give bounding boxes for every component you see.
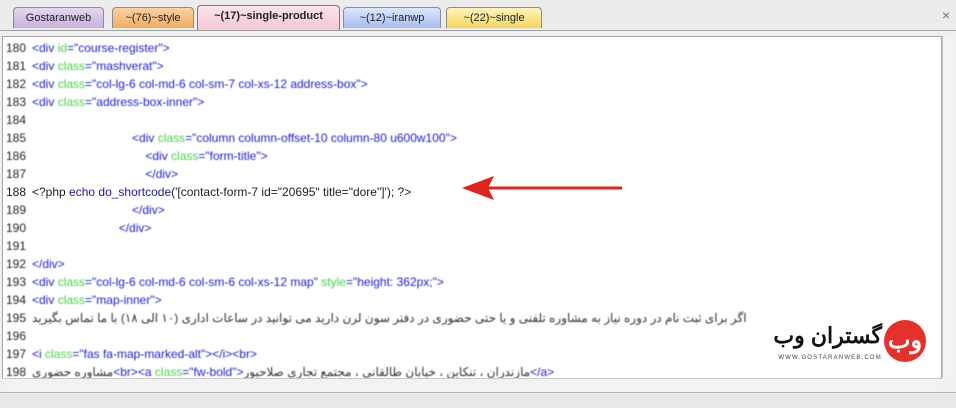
logo-website: WWW.GOSTARANWEB.COM — [778, 355, 882, 361]
code-line[interactable]: 182 <div class="col-lg-6 col-md-6 col-sm-… — [6, 75, 368, 93]
code-token: مشاوره حضوری — [32, 365, 114, 379]
line-number: 193 — [6, 275, 27, 289]
code-token: class — [157, 131, 186, 145]
code-token: <br><a — [113, 365, 155, 379]
code-line[interactable]: 193 <div class="col-lg-6 col-md-6 col-sm-… — [6, 273, 444, 291]
code-token: <div — [32, 77, 58, 91]
code-line[interactable]: 184 — [6, 111, 32, 129]
code-line[interactable]: 189 </div> — [6, 201, 165, 219]
line-number: 188 — [6, 185, 27, 199]
code-token: class — [57, 95, 86, 109]
code-token: ="col-lg-6 col-md-6 col-sm-7 col-xs-12 a… — [85, 77, 368, 91]
code-token: class — [45, 347, 73, 361]
code-token: <div — [32, 275, 58, 289]
logo-name: گستران وب — [773, 323, 882, 348]
status-bar — [0, 392, 956, 408]
code-line[interactable]: 183 <div class="address-box-inner"> — [6, 93, 204, 111]
code-token: </div> — [132, 203, 165, 217]
logo-mark-icon: وب — [884, 320, 926, 362]
tab-single[interactable]: ~(22)~single — [446, 7, 542, 28]
line-number: 182 — [6, 77, 27, 91]
line-number: 194 — [6, 293, 27, 307]
line-number: 191 — [6, 239, 27, 253]
line-number: 186 — [6, 149, 27, 163]
code-token: ="form-title"> — [198, 149, 268, 163]
line-number: 183 — [6, 95, 27, 109]
code-token: ="map-inner"> — [85, 293, 162, 307]
code-token: </div> — [145, 167, 179, 181]
code-token: ="fas fa-map-marked-alt"></i><br> — [72, 347, 257, 361]
code-line[interactable]: 181 <div class="mashverat"> — [6, 57, 164, 75]
code-token: </div> — [32, 257, 65, 271]
line-number: 185 — [6, 131, 27, 145]
code-token: ('[contact-form-7 id="20695" title="dore… — [171, 185, 412, 199]
code-token: <div — [32, 41, 58, 55]
close-icon[interactable]: × — [942, 7, 950, 23]
line-number: 184 — [6, 113, 27, 127]
code-token: class — [57, 59, 86, 73]
code-line[interactable]: 195 اگر برای ثبت نام در دوره نیاز به مشاو… — [6, 309, 747, 327]
code-line[interactable]: 190 </div> — [6, 219, 151, 237]
code-token: ="fw-bold"> — [182, 365, 244, 379]
code-line[interactable]: 185 <div class="column column-offset-10 … — [6, 129, 457, 147]
code-token: ="course-register"> — [67, 41, 170, 55]
code-token: </div> — [118, 221, 152, 235]
code-token: ="address-box-inner"> — [85, 95, 205, 109]
code-token: <i — [32, 347, 46, 361]
line-number: 180 — [6, 41, 27, 55]
code-token: id — [57, 41, 68, 55]
tab-iranwp[interactable]: ~(12)~iranwp — [343, 7, 441, 28]
code-line[interactable]: 186 <div class="form-title"> — [6, 147, 268, 165]
code-token: class — [171, 149, 199, 163]
code-line[interactable]: 194 <div class="map-inner"> — [6, 291, 162, 309]
tab-gostaranweb[interactable]: Gostaranweb — [13, 7, 104, 28]
code-token: <div — [32, 59, 58, 73]
code-token: class — [154, 365, 183, 379]
code-line[interactable]: 196 — [6, 327, 32, 345]
tab-single-product[interactable]: ~(17)~single-product — [197, 5, 340, 30]
line-number: 195 — [6, 311, 27, 325]
code-token: اگر برای ثبت نام در دوره نیاز به مشاوره … — [32, 311, 747, 325]
code-line[interactable]: 187 </div> — [6, 165, 178, 183]
line-number: 187 — [6, 167, 27, 181]
line-number: 189 — [6, 203, 27, 217]
line-number: 181 — [6, 59, 27, 73]
code-token: <?php — [32, 185, 70, 199]
line-number: 192 — [6, 257, 27, 271]
code-token: class — [57, 275, 86, 289]
code-line[interactable]: 191 — [6, 237, 32, 255]
code-token: ="column column-offset-10 column-80 u600… — [185, 131, 457, 145]
code-token: echo do_shortcode — [69, 185, 172, 199]
line-number: 190 — [6, 221, 27, 235]
code-token: <div — [132, 131, 158, 145]
tab-style[interactable]: ~(76)~style — [112, 7, 194, 28]
code-token: ="col-lg-6 col-md-6 col-sm-6 col-xs-12 m… — [85, 275, 322, 289]
code-token: style — [321, 275, 346, 289]
code-token: ="height: 362px;"> — [345, 275, 444, 289]
code-line[interactable]: 188 <?php echo do_shortcode('[contact-for… — [6, 183, 411, 201]
code-token: ="mashverat"> — [85, 59, 164, 73]
tab-bar: Gostaranweb ~(76)~style ~(17)~single-pro… — [0, 0, 956, 31]
code-token: </a> — [530, 365, 555, 379]
code-token: class — [57, 293, 86, 307]
code-token: <div — [32, 95, 58, 109]
code-line[interactable]: 180 <div id="course-register"> — [6, 39, 170, 57]
code-line[interactable]: 192 </div> — [6, 255, 65, 273]
code-line[interactable]: 197 <i class="fas fa-map-marked-alt"></i>… — [6, 345, 257, 363]
line-number: 196 — [6, 329, 27, 343]
line-number: 197 — [6, 347, 27, 361]
code-token: <div — [145, 149, 172, 163]
arrow-pointer-icon — [462, 176, 622, 200]
gostaranweb-logo: وب گستران وب WWW.GOSTARANWEB.COM — [760, 320, 950, 380]
code-token: <div — [32, 293, 58, 307]
code-token: مازندران ، تنکابن ، خیابان طالقانی ، مجت… — [243, 365, 531, 379]
code-token: class — [57, 77, 86, 91]
